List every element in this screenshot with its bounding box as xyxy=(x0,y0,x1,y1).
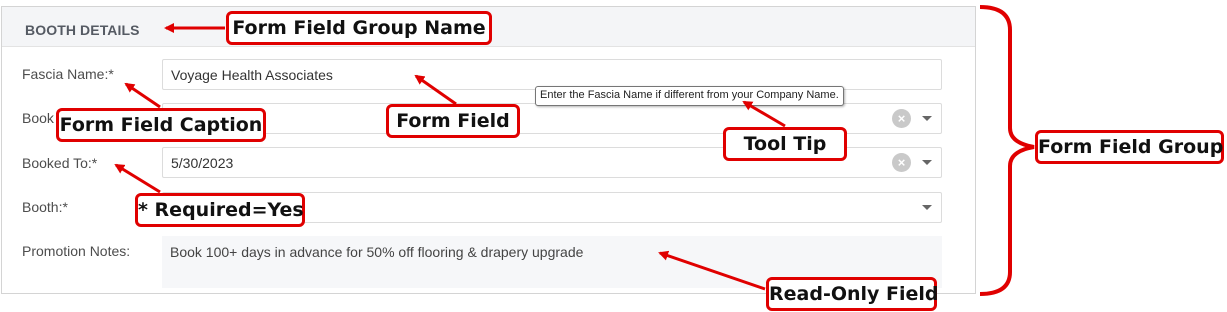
clear-circle-icon[interactable]: × xyxy=(892,109,911,128)
booth-caption: Booth:* xyxy=(22,199,68,215)
callout-form-field-group: Form Field Group xyxy=(1035,130,1224,164)
fascia-name-caption: Fascia Name:* xyxy=(22,66,114,82)
fascia-name-value: Voyage Health Associates xyxy=(171,67,333,83)
booked-to-value: 5/30/2023 xyxy=(171,155,234,171)
caret-down-icon[interactable] xyxy=(922,205,932,210)
caret-down-icon[interactable] xyxy=(922,160,932,165)
tooltip: Enter the Fascia Name if different from … xyxy=(535,86,844,106)
group-title: BOOTH DETAILS xyxy=(25,22,140,38)
callout-required: * Required=Yes xyxy=(135,193,305,227)
booked-from-caption: Book xyxy=(22,110,54,126)
booked-to-caption: Booked To:* xyxy=(22,155,98,171)
callout-read-only: Read-Only Field xyxy=(766,277,939,311)
callout-tool-tip: Tool Tip xyxy=(723,127,847,161)
clear-circle-icon[interactable]: × xyxy=(892,153,911,172)
callout-group-name: Form Field Group Name xyxy=(226,11,492,45)
caret-down-icon[interactable] xyxy=(922,116,932,121)
callout-field-caption: Form Field Caption xyxy=(56,108,266,142)
group-brace xyxy=(979,5,1035,296)
promotion-notes-value: Book 100+ days in advance for 50% off fl… xyxy=(170,244,584,260)
callout-form-field: Form Field xyxy=(386,104,520,138)
promotion-notes-caption: Promotion Notes: xyxy=(22,243,131,259)
